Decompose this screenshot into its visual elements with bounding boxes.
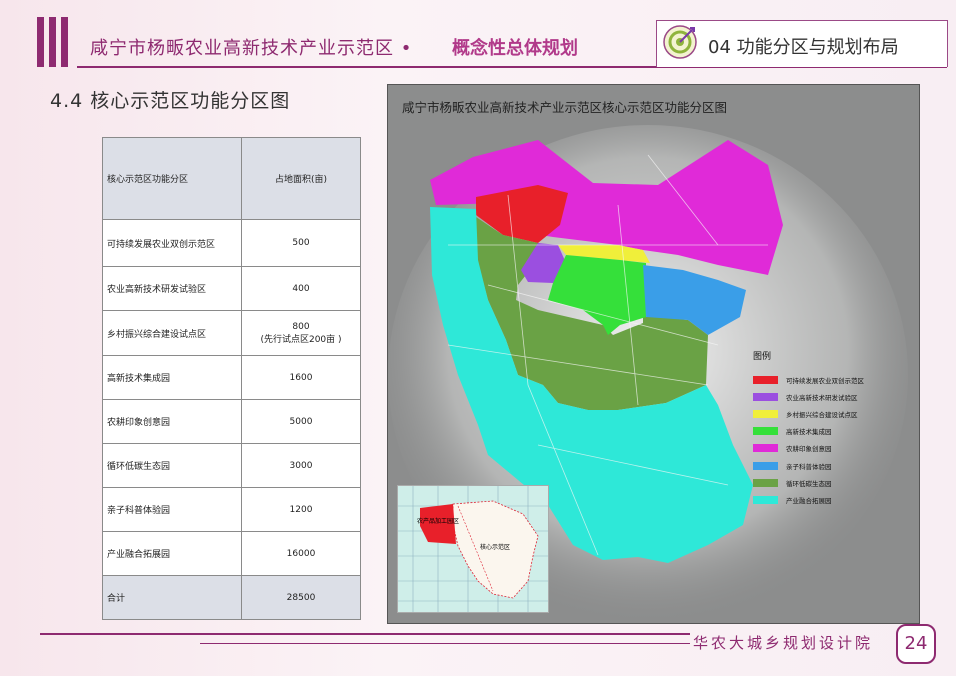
table-row: 循环低碳生态园 3000 <box>102 443 361 488</box>
inset-label-core: 核心示范区 <box>480 544 511 551</box>
zone-name: 可持续发展农业双创示范区 <box>102 219 242 267</box>
zone-area-table: 核心示范区功能分区 占地面积(亩) 可持续发展农业双创示范区 500 农业高新技… <box>102 137 361 620</box>
legend-swatch <box>753 444 778 453</box>
zone-area: 1600 <box>241 355 361 400</box>
total-area: 28500 <box>241 575 361 620</box>
zone-area: 5000 <box>241 399 361 444</box>
legend-label: 高新技术集成园 <box>786 428 832 437</box>
table-total-row: 合计 28500 <box>102 575 361 620</box>
table-row: 农耕印象创意园 5000 <box>102 399 361 444</box>
legend-label: 产业融合拓展园 <box>786 496 832 505</box>
footer-divider-lower <box>200 643 690 644</box>
zone-name: 亲子科普体验园 <box>102 487 242 532</box>
legend-item: 高新技术集成园 <box>753 423 864 440</box>
location-inset-map: 农产品加工园区 核心示范区 <box>397 485 549 613</box>
legend-label: 可持续发展农业双创示范区 <box>786 376 864 385</box>
table-row: 农业高新技术研发试验区 400 <box>102 266 361 311</box>
legend-swatch <box>753 375 778 384</box>
legend-swatch <box>753 495 778 504</box>
zone-area: 16000 <box>241 531 361 576</box>
table-row: 高新技术集成园 1600 <box>102 355 361 400</box>
table-row: 亲子科普体验园 1200 <box>102 487 361 532</box>
legend-swatch <box>753 392 778 401</box>
legend-label: 乡村振兴综合建设试点区 <box>786 410 858 419</box>
total-label: 合计 <box>102 575 242 620</box>
legend-item: 农耕印象创意园 <box>753 440 864 457</box>
section-title: 04 功能分区与规划布局 <box>708 37 899 58</box>
zone-area: 800 <box>292 321 310 332</box>
zone-area: 3000 <box>241 443 361 488</box>
header-logo-bars <box>37 17 69 67</box>
legend-swatch <box>753 478 778 487</box>
legend-item: 亲子科普体验园 <box>753 457 864 474</box>
table-header-area: 占地面积(亩) <box>241 137 361 220</box>
legend-label: 亲子科普体验园 <box>786 462 832 471</box>
legend-swatch <box>753 461 778 470</box>
legend-title: 图例 <box>753 352 772 362</box>
table-row: 产业融合拓展园 16000 <box>102 531 361 576</box>
table-row: 乡村振兴综合建设试点区 800 (先行试点区200亩 ) <box>102 310 361 356</box>
zone-area: 500 <box>241 219 361 267</box>
legend-item: 农业高新技术研发试验区 <box>753 388 864 405</box>
table-header-zone: 核心示范区功能分区 <box>102 137 242 220</box>
zone-name: 农耕印象创意园 <box>102 399 242 444</box>
page-subtitle: 4.4 核心示范区功能分区图 <box>50 90 291 112</box>
zone-name: 循环低碳生态园 <box>102 443 242 488</box>
zone-name: 农业高新技术研发试验区 <box>102 266 242 311</box>
zone-area-cell: 800 (先行试点区200亩 ) <box>241 310 361 356</box>
table-row: 可持续发展农业双创示范区 500 <box>102 219 361 267</box>
inset-label-processing: 农产品加工园区 <box>417 518 460 525</box>
legend-label: 农业高新技术研发试验区 <box>786 393 858 402</box>
zone-area: 1200 <box>241 487 361 532</box>
legend-item: 可持续发展农业双创示范区 <box>753 371 864 388</box>
page-number: 24 <box>896 624 936 664</box>
inset-map-drawing <box>398 486 548 612</box>
legend-swatch <box>753 409 778 418</box>
target-icon <box>663 25 697 59</box>
table-header-row: 核心示范区功能分区 占地面积(亩) <box>102 137 361 220</box>
legend-item: 产业融合拓展园 <box>753 491 864 508</box>
zoning-map-panel: 咸宁市杨畈农业高新技术产业示范区核心示范区功能分区图 图例 可持续发展农业双创示… <box>387 84 920 624</box>
legend-item: 循环低碳生态园 <box>753 474 864 491</box>
map-legend: 图例 可持续发展农业双创示范区 农业高新技术研发试验区 乡村振兴综合建设试点区 … <box>753 349 864 509</box>
legend-swatch <box>753 427 778 436</box>
zone-area: 400 <box>241 266 361 311</box>
footer-org: 华农大城乡规划设计院 <box>693 634 874 652</box>
header-title: 咸宁市杨畈农业高新技术产业示范区 • <box>90 38 413 59</box>
header-subtitle: 概念性总体规划 <box>452 38 578 59</box>
legend-item: 乡村振兴综合建设试点区 <box>753 405 864 422</box>
footer-divider-upper <box>40 633 690 635</box>
legend-label: 农耕印象创意园 <box>786 445 832 454</box>
zone-name: 产业融合拓展园 <box>102 531 242 576</box>
zone-area-note: (先行试点区200亩 ) <box>260 334 342 345</box>
zone-name: 乡村振兴综合建设试点区 <box>102 310 242 356</box>
zone-name: 高新技术集成园 <box>102 355 242 400</box>
legend-label: 循环低碳生态园 <box>786 479 832 488</box>
map-title: 咸宁市杨畈农业高新技术产业示范区核心示范区功能分区图 <box>402 100 728 115</box>
